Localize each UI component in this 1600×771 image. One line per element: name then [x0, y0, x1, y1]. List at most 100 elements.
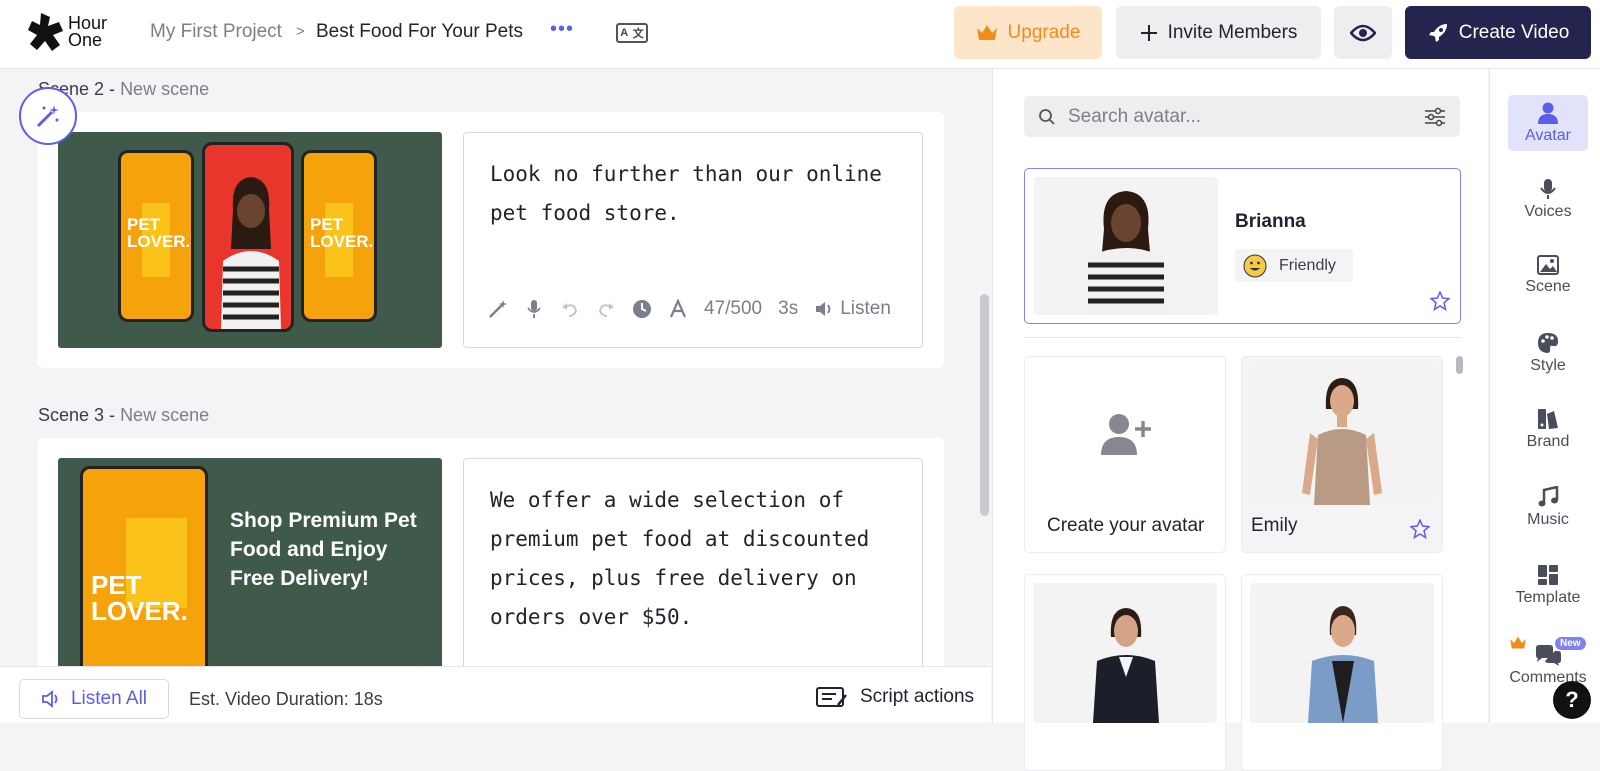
preview-button[interactable] [1334, 6, 1392, 59]
rail-item-music[interactable]: Music [1508, 479, 1588, 535]
scene-3-card[interactable]: PET LOVER. Shop Premium Pet Food and Enj… [38, 438, 944, 666]
avatar-figure-icon [1308, 606, 1378, 723]
avatar-4-image [1250, 583, 1434, 723]
scene-3-phone: PET LOVER. [80, 466, 208, 666]
avatar-figure-icon [1084, 191, 1168, 315]
logo-text: Hour One [68, 13, 108, 50]
image-icon [1537, 254, 1559, 275]
top-bar: Hour One My First Project > Best Food Fo… [0, 0, 1600, 69]
rail-item-style[interactable]: Style [1508, 325, 1588, 381]
scene-duration: 3s [778, 298, 799, 319]
avatar-icon [1538, 102, 1558, 124]
avatar-emily-image [1250, 365, 1434, 505]
scene-2-phone-right: PET LOVER. [301, 150, 377, 322]
microphone-icon[interactable] [524, 299, 544, 319]
scene-2-toolbar: 47/500 3s Listen [488, 298, 891, 320]
scene-2-phone-left-text: PET LOVER. [127, 215, 191, 252]
avatar-emily-label: Emily [1251, 515, 1298, 536]
rail-item-voices[interactable]: Voices [1508, 171, 1588, 227]
star-icon[interactable] [1430, 291, 1450, 311]
magic-wand-icon[interactable] [488, 299, 508, 319]
rail-label-brand: Brand [1526, 432, 1570, 450]
undo-icon[interactable] [560, 299, 580, 319]
avatar-tile-4[interactable] [1241, 574, 1443, 771]
speaker-icon [42, 690, 58, 708]
create-avatar-label: Create your avatar [1047, 515, 1205, 536]
rail-label-music: Music [1527, 510, 1569, 528]
magic-wand-icon [36, 105, 59, 128]
scene-list: Scene 2 - New scene PET LOVER. PET LOVER… [0, 69, 991, 666]
scene-3-thumbnail[interactable]: PET LOVER. Shop Premium Pet Food and Enj… [58, 458, 442, 666]
palette-icon [1538, 332, 1559, 353]
avatar-figure-icon [221, 177, 281, 329]
avatar-tile-emily[interactable]: Emily [1241, 356, 1443, 553]
clock-icon[interactable] [632, 299, 652, 319]
avatar-panel: Search avatar... Brianna Friendly Create… [992, 69, 1488, 771]
breadcrumb-video-title[interactable]: Best Food For Your Pets [316, 21, 523, 43]
upgrade-button[interactable]: Upgrade [954, 6, 1102, 59]
hour-one-logo-icon [28, 13, 63, 51]
redo-icon[interactable] [596, 299, 616, 319]
avatar-search[interactable]: Search avatar... [1024, 96, 1460, 137]
scene-3-script[interactable]: We offer a wide selection of premium pet… [463, 458, 923, 666]
scene-2-phone-right-text: PET LOVER. [310, 215, 374, 252]
invite-members-button[interactable]: Invite Members [1116, 6, 1321, 59]
hour-one-logo[interactable]: Hour One [28, 13, 118, 51]
rail-item-scene[interactable]: Scene [1508, 247, 1588, 303]
bottom-bar: Listen All Est. Video Duration: 18s Scri… [0, 666, 991, 723]
video-duration: Est. Video Duration: 18s [189, 689, 383, 709]
scene-3-phone-text: PET LOVER. [91, 570, 188, 627]
avatar-grid-scrollbar[interactable] [1456, 356, 1463, 374]
rail-label-template: Template [1515, 588, 1581, 606]
side-rail: Avatar Voices Scene Style Brand Music Te… [1489, 69, 1600, 723]
rail-item-avatar[interactable]: Avatar [1508, 95, 1588, 151]
microphone-icon [1540, 178, 1556, 199]
star-icon[interactable] [1410, 519, 1430, 539]
avatar-tile-3[interactable] [1024, 574, 1226, 771]
listen-all-label: Listen All [70, 688, 148, 709]
more-options-icon[interactable]: ••• [550, 18, 574, 41]
scene-2-card[interactable]: PET LOVER. PET LOVER. Look no further th… [38, 112, 944, 368]
rocket-icon [1428, 23, 1447, 42]
rail-item-brand[interactable]: Brand [1508, 401, 1588, 457]
listen-button[interactable]: Listen [814, 298, 891, 320]
scene-2-phone-center [202, 142, 294, 332]
create-avatar-tile[interactable]: Create your avatar [1024, 356, 1226, 553]
selected-avatar-card[interactable]: Brianna Friendly [1024, 168, 1461, 324]
script-actions-label: Script actions [860, 686, 975, 707]
eye-icon [1350, 24, 1376, 41]
plus-icon [1140, 24, 1157, 41]
avatar-mood-label: Friendly [1279, 256, 1336, 274]
magic-assistant-button[interactable] [19, 87, 77, 145]
listen-label: Listen [840, 298, 891, 319]
scene-list-scrollbar[interactable] [980, 294, 989, 516]
rail-label-voices: Voices [1524, 202, 1572, 220]
translate-icon[interactable]: A文 [616, 23, 648, 43]
new-badge: New [1555, 637, 1586, 650]
music-note-icon [1538, 485, 1559, 506]
scene-2-thumbnail[interactable]: PET LOVER. PET LOVER. [58, 132, 442, 348]
rail-label-avatar: Avatar [1525, 126, 1571, 144]
filter-icon[interactable] [1424, 107, 1446, 127]
scene-3-headline: Shop Premium Pet Food and Enjoy Free Del… [230, 509, 417, 590]
crown-icon [1510, 636, 1526, 649]
avatar-figure-icon [1302, 378, 1382, 505]
panel-divider [1024, 337, 1461, 338]
rail-item-template[interactable]: Template [1508, 557, 1588, 613]
font-icon[interactable] [668, 299, 688, 319]
scene-3-name[interactable]: New scene [120, 405, 209, 425]
script-icon [816, 687, 847, 707]
smiley-icon [1243, 254, 1267, 277]
search-placeholder: Search avatar... [1068, 105, 1202, 127]
scene-2-name[interactable]: New scene [120, 79, 209, 99]
selected-avatar-name: Brianna [1235, 211, 1306, 232]
listen-all-button[interactable]: Listen All [19, 679, 169, 719]
script-actions-button[interactable]: Script actions [816, 685, 974, 709]
create-video-label: Create Video [1458, 21, 1570, 43]
rail-label-style: Style [1530, 356, 1566, 374]
avatar-mood-badge[interactable]: Friendly [1235, 249, 1353, 282]
create-video-button[interactable]: Create Video [1405, 6, 1591, 59]
breadcrumb-project[interactable]: My First Project [150, 21, 282, 43]
help-button[interactable]: ? [1553, 681, 1591, 719]
scene-2-phone-left: PET LOVER. [118, 150, 194, 322]
